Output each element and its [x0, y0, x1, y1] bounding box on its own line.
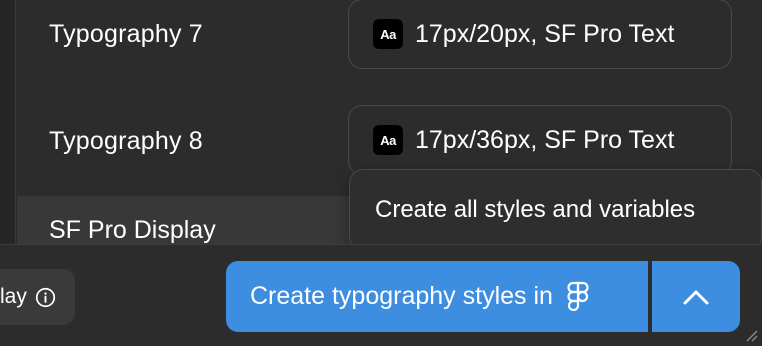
footer-bar: lay Create typography styles in — [0, 244, 762, 346]
group-row[interactable]: SF Pro Display — [17, 196, 350, 244]
row-label: Typography 7 — [49, 20, 203, 48]
text-style-icon: Aa — [373, 19, 403, 49]
style-chip[interactable]: Aa 17px/20px, SF Pro Text — [348, 0, 732, 69]
style-chip[interactable]: Aa 17px/36px, SF Pro Text — [348, 105, 732, 175]
info-icon[interactable] — [35, 287, 56, 308]
chip-text: 17px/36px, SF Pro Text — [415, 125, 675, 154]
more-options-button[interactable] — [652, 261, 740, 332]
row-label: Typography 8 — [49, 127, 203, 155]
create-options-menu: Create all styles and variables — [349, 169, 762, 251]
chip-text: 17px/20px, SF Pro Text — [415, 19, 675, 48]
figma-icon — [567, 281, 589, 311]
resize-grip-icon[interactable] — [744, 328, 758, 342]
chevron-up-icon — [683, 290, 709, 304]
create-typography-button[interactable]: Create typography styles in — [226, 261, 648, 332]
display-toggle[interactable]: lay — [0, 269, 75, 325]
left-rail — [0, 0, 16, 244]
text-style-icon: Aa — [373, 125, 403, 155]
create-typography-label: Create typography styles in — [250, 282, 553, 310]
group-label: SF Pro Display — [49, 216, 216, 244]
display-label: lay — [0, 285, 27, 308]
menu-item-create-all[interactable]: Create all styles and variables — [375, 196, 695, 224]
